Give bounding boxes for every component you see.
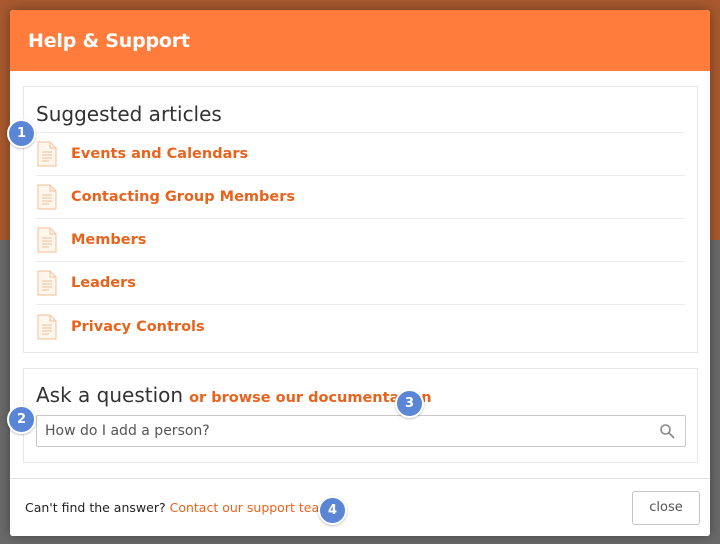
search-box[interactable] bbox=[36, 415, 686, 447]
modal-header: Help & Support bbox=[10, 10, 710, 71]
footer-message: Can't find the answer? Contact our suppo… bbox=[25, 500, 335, 515]
help-support-modal: Help & Support Suggested articles Events… bbox=[10, 10, 710, 536]
suggested-articles-panel: Suggested articles Events and Calendars … bbox=[23, 86, 698, 353]
ask-question-panel: Ask a question or browse our documentati… bbox=[23, 368, 698, 463]
document-icon bbox=[37, 141, 57, 167]
article-item[interactable]: Members bbox=[36, 219, 685, 262]
footer-question-text: Can't find the answer? bbox=[25, 500, 166, 515]
search-icon[interactable] bbox=[659, 423, 675, 439]
annotation-marker-1: 1 bbox=[7, 119, 36, 148]
document-icon bbox=[37, 270, 57, 296]
annotation-marker-3: 3 bbox=[395, 389, 424, 418]
suggested-articles-heading: Suggested articles bbox=[36, 102, 222, 126]
search-input[interactable] bbox=[45, 423, 659, 439]
document-icon bbox=[37, 227, 57, 253]
close-button[interactable]: close bbox=[632, 490, 700, 525]
article-link[interactable]: Leaders bbox=[71, 275, 136, 291]
article-link[interactable]: Members bbox=[71, 232, 146, 248]
contact-support-link[interactable]: Contact our support team. bbox=[170, 500, 336, 515]
ask-heading-row: Ask a question or browse our documentati… bbox=[36, 383, 685, 407]
modal-title: Help & Support bbox=[28, 29, 190, 52]
modal-footer: Can't find the answer? Contact our suppo… bbox=[10, 478, 710, 536]
article-item[interactable]: Privacy Controls bbox=[36, 305, 685, 348]
article-item[interactable]: Contacting Group Members bbox=[36, 176, 685, 219]
article-item[interactable]: Events and Calendars bbox=[36, 133, 685, 176]
annotation-marker-2: 2 bbox=[7, 405, 36, 434]
article-link[interactable]: Contacting Group Members bbox=[71, 189, 295, 205]
document-icon bbox=[37, 313, 57, 340]
document-icon bbox=[37, 184, 57, 210]
annotation-marker-4: 4 bbox=[318, 496, 347, 525]
article-item[interactable]: Leaders bbox=[36, 262, 685, 305]
article-list: Events and Calendars Contacting Group Me… bbox=[36, 132, 685, 348]
ask-question-heading: Ask a question bbox=[36, 383, 184, 407]
article-link[interactable]: Privacy Controls bbox=[71, 319, 205, 335]
article-link[interactable]: Events and Calendars bbox=[71, 146, 248, 162]
